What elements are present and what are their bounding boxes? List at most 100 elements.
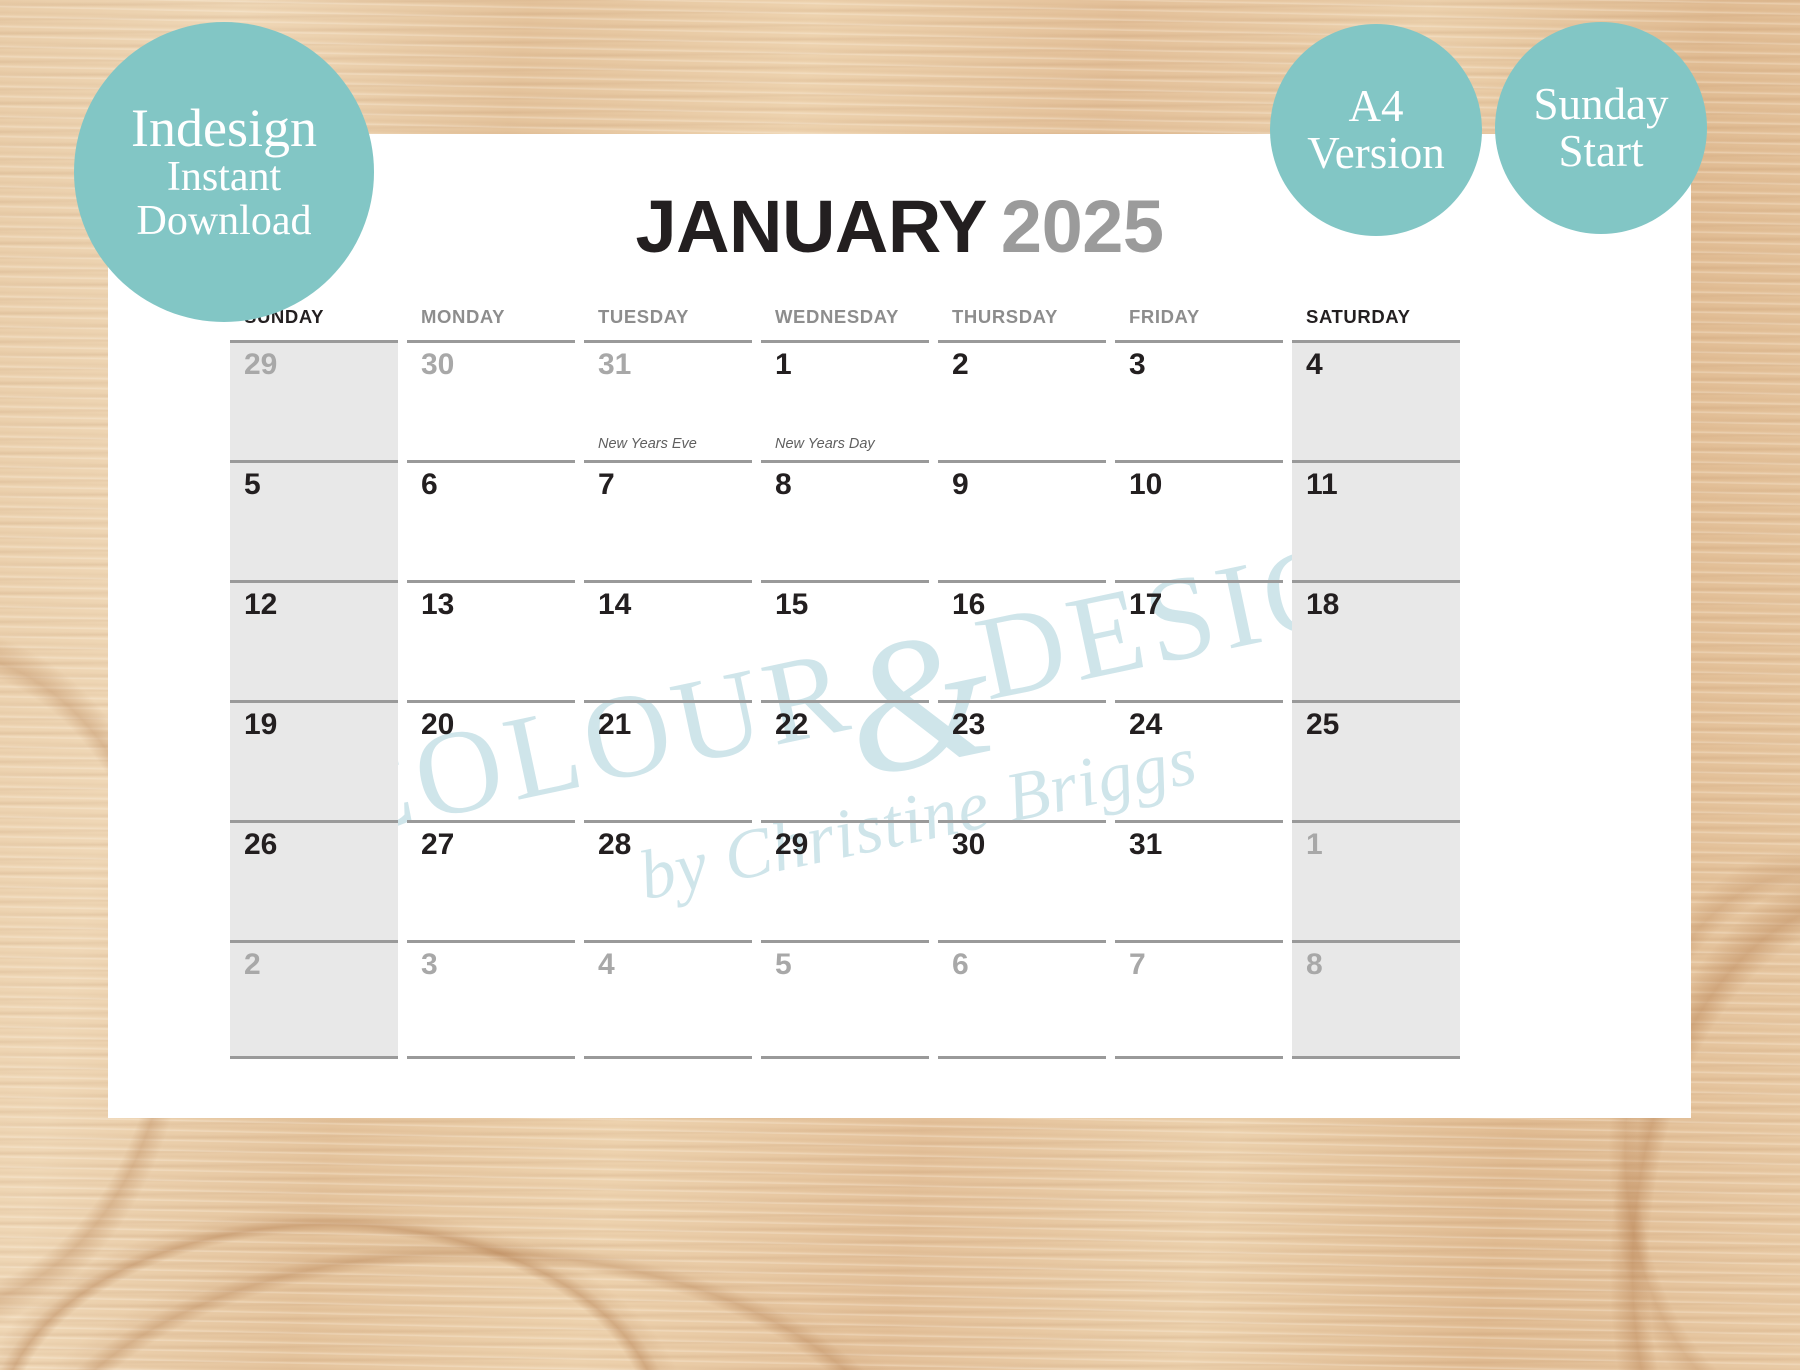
calendar-day-cell[interactable]: 29	[761, 820, 929, 940]
day-number: 14	[598, 588, 632, 621]
badge-line-2: Instant	[166, 154, 282, 201]
calendar-day-cell[interactable]: 6	[938, 940, 1106, 1059]
calendar-day-cell[interactable]: 2	[230, 940, 398, 1059]
calendar-day-cell[interactable]: 20	[407, 700, 575, 820]
calendar-day-cell[interactable]: 4	[584, 940, 752, 1059]
day-number: 24	[1129, 708, 1163, 741]
calendar-day-cell[interactable]: 3	[1115, 340, 1283, 460]
calendar-day-cell[interactable]: 7	[1115, 940, 1283, 1059]
day-number: 4	[598, 948, 615, 981]
day-number: 27	[421, 828, 455, 861]
calendar-day-cell[interactable]: 5	[761, 940, 929, 1059]
day-number: 25	[1306, 708, 1340, 741]
calendar-day-cell[interactable]: 3	[407, 940, 575, 1059]
day-number: 15	[775, 588, 809, 621]
calendar-day-cell[interactable]: 9	[938, 460, 1106, 580]
badge-line-2: Start	[1558, 126, 1644, 176]
day-number: 30	[421, 348, 455, 381]
calendar-day-cell[interactable]: 31	[1115, 820, 1283, 940]
calendar-day-cell[interactable]: 23	[938, 700, 1106, 820]
calendar-day-cell[interactable]: 16	[938, 580, 1106, 700]
day-number: 2	[952, 348, 969, 381]
calendar-year-label: 2025	[1000, 185, 1164, 268]
calendar-day-cell[interactable]: 30	[938, 820, 1106, 940]
calendar-day-cell[interactable]: 28	[584, 820, 752, 940]
badge-a4-version[interactable]: A4 Version	[1270, 24, 1482, 236]
weekday-header-row: SUNDAY MONDAY TUESDAY WEDNESDAY THURSDAY FRID…	[230, 306, 1460, 340]
calendar-day-cell[interactable]: 26	[230, 820, 398, 940]
calendar-day-cell[interactable]: 1	[1292, 820, 1460, 940]
calendar-day-cell[interactable]: 15	[761, 580, 929, 700]
badge-line-2: Version	[1307, 128, 1445, 178]
day-number: 20	[421, 708, 455, 741]
calendar-day-cell[interactable]: 2	[938, 340, 1106, 460]
calendar-week-row: 26 27 28 29 30 31 1	[230, 820, 1460, 940]
calendar-day-cell[interactable]: 18	[1292, 580, 1460, 700]
day-number: 6	[952, 948, 969, 981]
calendar-day-cell[interactable]: 11	[1292, 460, 1460, 580]
day-number: 31	[598, 348, 632, 381]
calendar-day-cell[interactable]: 21	[584, 700, 752, 820]
calendar-weeks: 29 30 31 New Years Eve 1 New Years Day 2 3 4 5 6 7 8…	[230, 340, 1460, 1059]
day-number: 11	[1306, 468, 1338, 501]
day-number: 18	[1306, 588, 1340, 621]
calendar-day-cell[interactable]: 25	[1292, 700, 1460, 820]
weekday-header-saturday: SATURDAY	[1306, 306, 1411, 327]
calendar-week-row: 12 13 14 15 16 17 18	[230, 580, 1460, 700]
calendar-day-cell[interactable]: 14	[584, 580, 752, 700]
calendar-day-cell[interactable]: 30	[407, 340, 575, 460]
day-note: New Years Eve	[598, 436, 697, 452]
weekday-header-friday: FRIDAY	[1129, 306, 1200, 327]
day-number: 17	[1129, 588, 1163, 621]
day-number: 31	[1129, 828, 1163, 861]
day-number: 29	[244, 348, 278, 381]
calendar-week-row: 19 20 21 22 23 24 25	[230, 700, 1460, 820]
day-number: 4	[1306, 348, 1323, 381]
calendar-day-cell[interactable]: 17	[1115, 580, 1283, 700]
calendar-day-cell[interactable]: 5	[230, 460, 398, 580]
weekday-header-thursday: THURSDAY	[952, 306, 1058, 327]
calendar-day-cell[interactable]: 24	[1115, 700, 1283, 820]
calendar-grid: SUNDAY MONDAY TUESDAY WEDNESDAY THURSDAY FRID…	[230, 306, 1460, 1059]
day-number: 3	[421, 948, 438, 981]
calendar-day-cell[interactable]: 12	[230, 580, 398, 700]
calendar-day-cell[interactable]: 6	[407, 460, 575, 580]
day-number: 23	[952, 708, 986, 741]
calendar-day-cell[interactable]: 10	[1115, 460, 1283, 580]
badge-line-1: A4	[1348, 81, 1404, 132]
weekday-header-tuesday: TUESDAY	[598, 306, 689, 327]
calendar-week-row: 5 6 7 8 9 10 11	[230, 460, 1460, 580]
calendar-month-label: JANUARY	[635, 185, 987, 268]
calendar-day-cell[interactable]: 1 New Years Day	[761, 340, 929, 460]
calendar-day-cell[interactable]: 19	[230, 700, 398, 820]
badge-line-3: Download	[136, 198, 312, 245]
calendar-day-cell[interactable]: 8	[1292, 940, 1460, 1059]
calendar-day-cell[interactable]: 4	[1292, 340, 1460, 460]
badge-sunday-start[interactable]: Sunday Start	[1495, 22, 1707, 234]
badge-line-1: Sunday	[1533, 79, 1669, 130]
day-number: 28	[598, 828, 632, 861]
calendar-day-cell[interactable]: 31 New Years Eve	[584, 340, 752, 460]
calendar-day-cell[interactable]: 27	[407, 820, 575, 940]
day-number: 8	[775, 468, 792, 501]
day-number: 29	[775, 828, 809, 861]
weekday-header-wednesday: WEDNESDAY	[775, 306, 899, 327]
day-number: 1	[775, 348, 792, 381]
calendar-day-cell[interactable]: 22	[761, 700, 929, 820]
day-number: 5	[244, 468, 261, 501]
day-number: 26	[244, 828, 278, 861]
badge-line-1: Indesign	[131, 98, 317, 159]
calendar-day-cell[interactable]: 8	[761, 460, 929, 580]
day-number: 9	[952, 468, 969, 501]
day-number: 3	[1129, 348, 1146, 381]
calendar-week-row: 2 3 4 5 6 7 8	[230, 940, 1460, 1059]
calendar-day-cell[interactable]: 7	[584, 460, 752, 580]
badge-indesign-instant-download[interactable]: Indesign Instant Download	[74, 22, 374, 322]
day-number: 1	[1306, 828, 1323, 861]
day-number: 12	[244, 588, 278, 621]
calendar-day-cell[interactable]: 13	[407, 580, 575, 700]
day-number: 16	[952, 588, 986, 621]
calendar-day-cell[interactable]: 29	[230, 340, 398, 460]
calendar-page-card: JANUARY 2025 COLOUR&DESIGN by Christine B…	[108, 134, 1691, 1118]
weekday-header-monday: MONDAY	[421, 306, 506, 327]
